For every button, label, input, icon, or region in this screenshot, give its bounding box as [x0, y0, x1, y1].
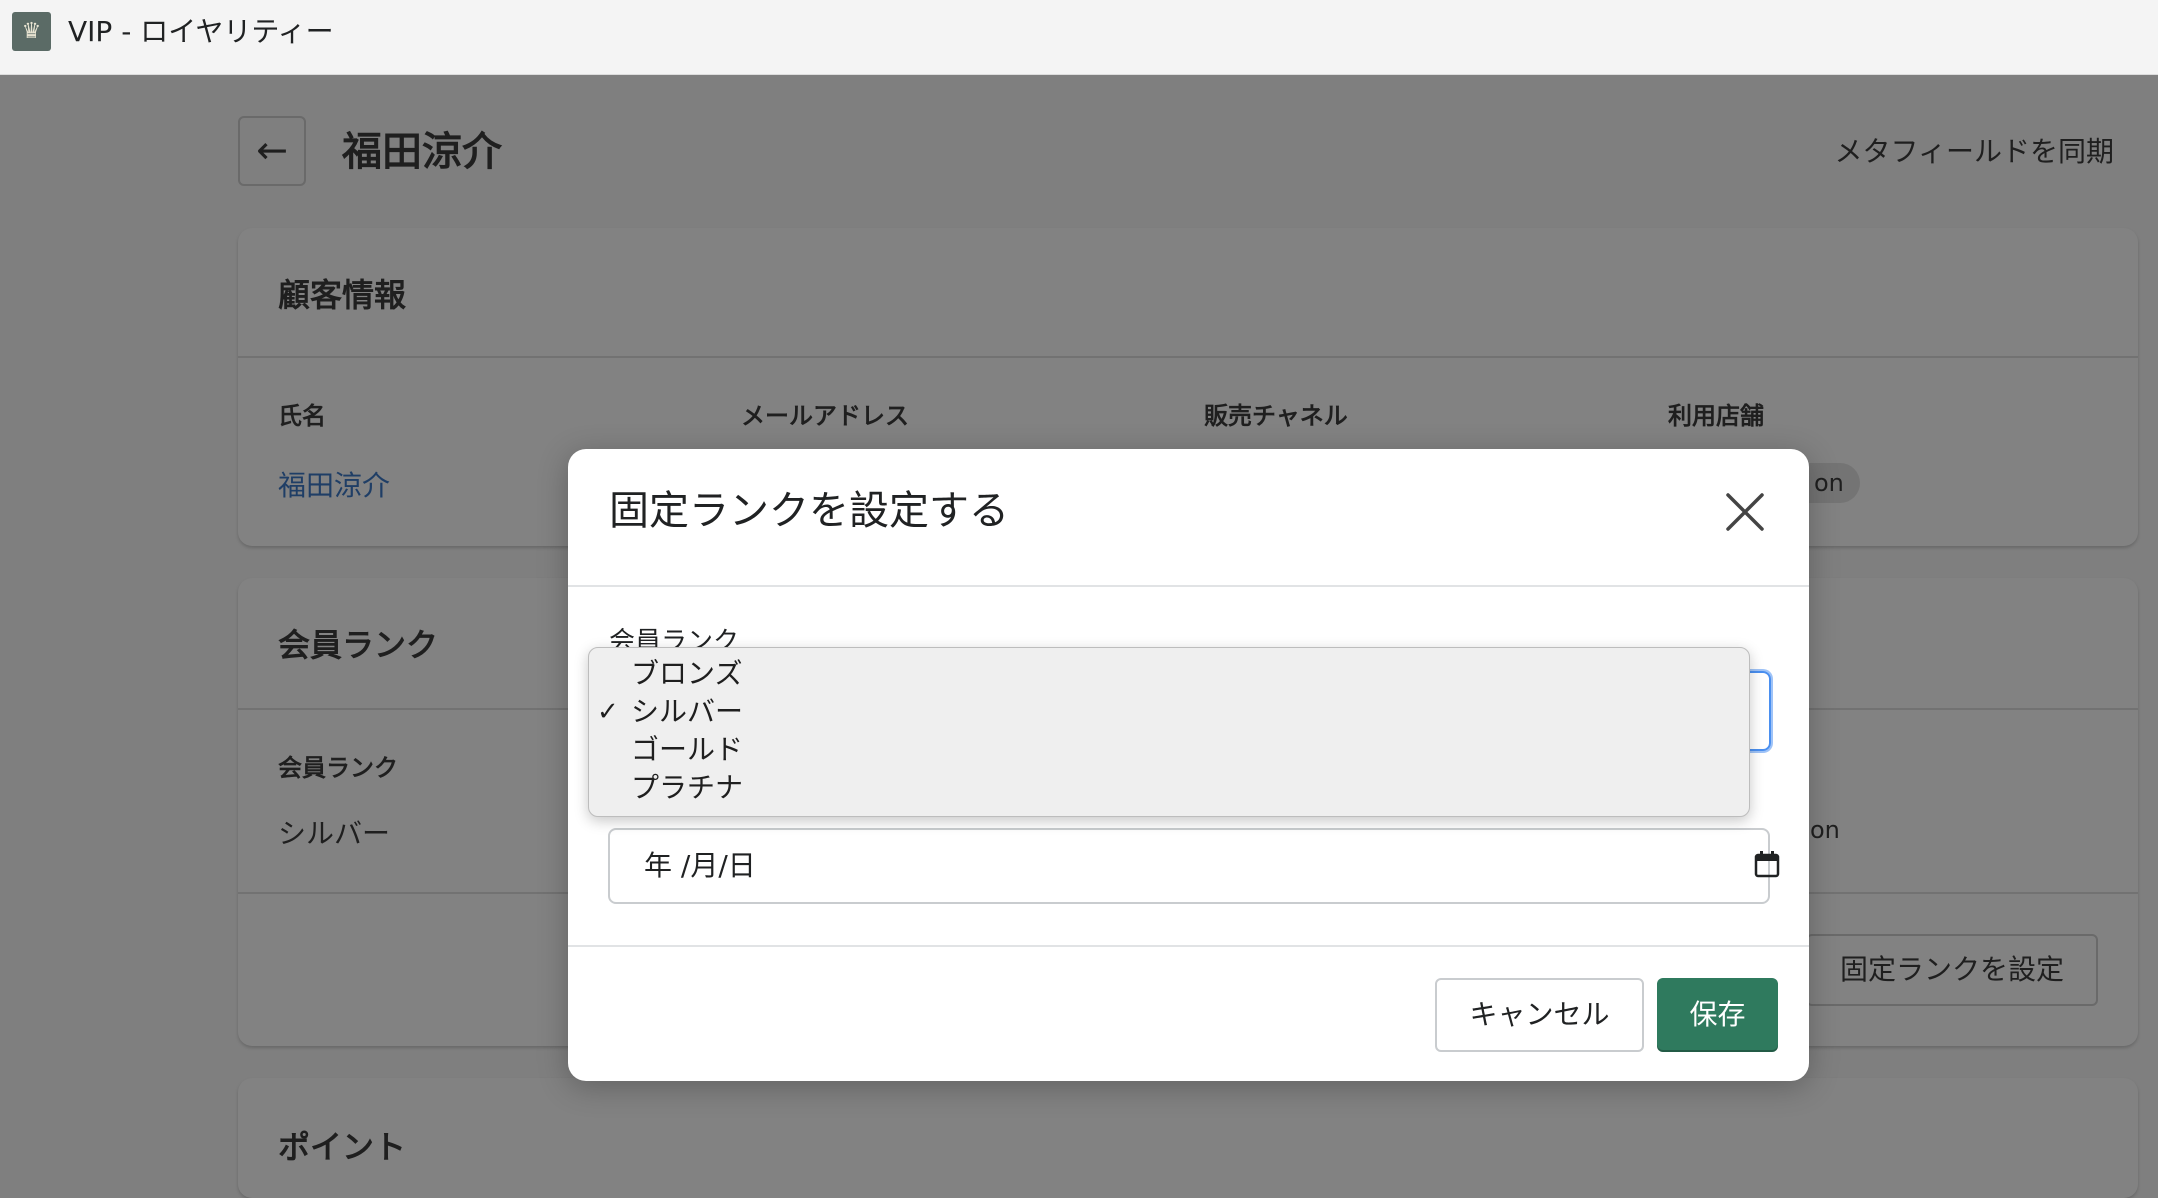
divider: [568, 945, 1809, 947]
calendar-icon[interactable]: [1754, 850, 1780, 878]
card-title: 会員ランク: [278, 626, 439, 664]
back-button[interactable]: ←: [238, 116, 306, 186]
name-label: 氏名: [278, 402, 326, 430]
crown-icon: ♛: [12, 12, 51, 51]
rank-value: シルバー: [278, 817, 391, 850]
rank-dropdown-list: ブロンズ ✓ シルバー ゴールド プラチナ: [588, 647, 1750, 817]
save-button[interactable]: 保存: [1657, 978, 1778, 1052]
sync-metafields-link[interactable]: メタフィールドを同期: [1835, 130, 2114, 174]
card-title: ポイント: [278, 1128, 407, 1166]
option-gold[interactable]: ゴールド: [631, 732, 743, 768]
rank-side-value: on: [1810, 816, 1840, 844]
app-title: VIP - ロイヤリティー: [68, 15, 334, 48]
divider: [238, 356, 2138, 358]
store-label: 利用店舗: [1668, 402, 1764, 430]
rank-label: 会員ランク: [278, 754, 398, 782]
close-icon[interactable]: [1724, 491, 1766, 533]
date-placeholder: 年 /月/日: [644, 849, 756, 882]
arrow-left-icon: ←: [256, 128, 288, 172]
points-card: ポイント: [238, 1078, 2138, 1198]
option-silver[interactable]: シルバー: [631, 694, 743, 730]
divider: [568, 585, 1809, 587]
email-label: メールアドレス: [741, 402, 909, 430]
check-icon: ✓: [597, 697, 619, 727]
app-topbar: ♛ VIP - ロイヤリティー: [0, 0, 2158, 75]
modal-title: 固定ランクを設定する: [609, 488, 1009, 534]
option-platinum[interactable]: プラチナ: [631, 770, 743, 806]
page-title: 福田涼介: [342, 129, 502, 175]
cancel-button[interactable]: キャンセル: [1435, 978, 1644, 1052]
customer-name-link[interactable]: 福田涼介: [278, 464, 390, 504]
date-input[interactable]: 年 /月/日: [608, 828, 1780, 904]
card-title: 顧客情報: [278, 276, 407, 314]
sales-channel-label: 販売チャネル: [1204, 402, 1348, 430]
option-bronze[interactable]: ブロンズ: [631, 656, 742, 692]
set-fixed-rank-button[interactable]: 固定ランクを設定: [1806, 934, 2098, 1006]
